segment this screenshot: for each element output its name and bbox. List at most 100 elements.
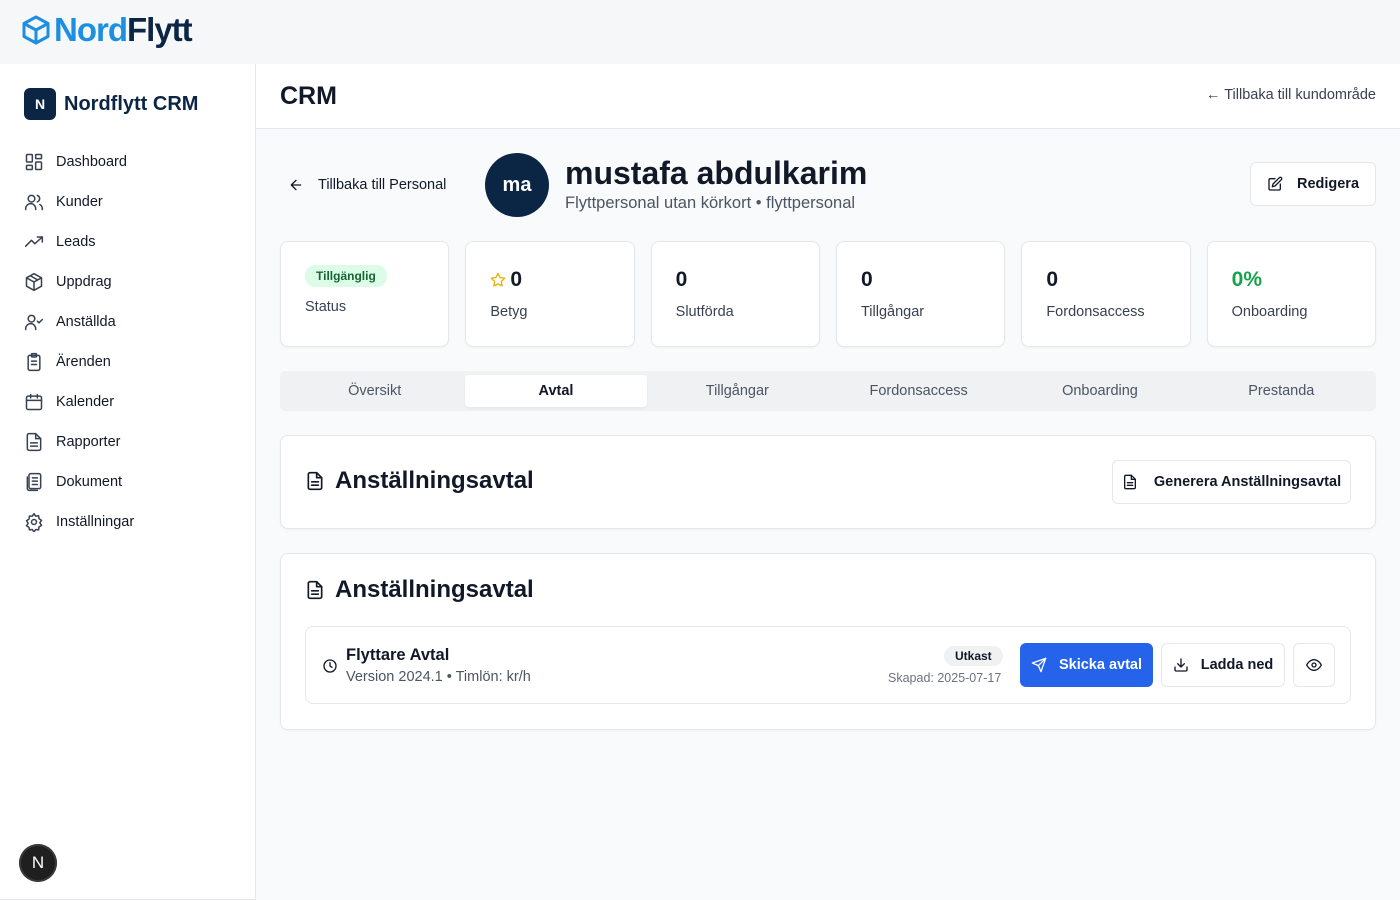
- card-title-text: Anställningsavtal: [335, 576, 534, 603]
- stats-row: Tillgänglig Status 0 Betyg 0 Slutförda 0…: [280, 241, 1376, 347]
- sidebar-item-installningar[interactable]: Inställningar: [24, 502, 234, 542]
- back-to-personal-button[interactable]: Tillbaka till Personal: [288, 174, 446, 196]
- stat-label: Slutförda: [675, 304, 734, 320]
- sidebar-item-label: Kunder: [56, 194, 103, 210]
- generate-contract-button[interactable]: Generera Anställningsavtal: [1112, 460, 1351, 504]
- brand-bar: NordFlytt: [0, 0, 1400, 64]
- tab-onboarding[interactable]: Onboarding: [1009, 375, 1190, 407]
- sidebar-item-label: Anställda: [56, 314, 116, 330]
- tab-oversikt[interactable]: Översikt: [284, 375, 465, 407]
- file-text-icon: [1123, 474, 1136, 490]
- trending-up-icon: [24, 236, 44, 247]
- file-text-icon: [307, 580, 323, 600]
- tab-prestanda[interactable]: Prestanda: [1191, 375, 1372, 407]
- sidebar-item-dashboard[interactable]: Dashboard: [24, 142, 234, 182]
- contract-row: Flyttare Avtal Version 2024.1 • Timlön: …: [305, 626, 1351, 704]
- edit-icon: [1268, 176, 1283, 191]
- sidebar-logo[interactable]: N Nordflytt CRM: [24, 88, 198, 120]
- send-contract-button[interactable]: Skicka avtal: [1020, 643, 1153, 687]
- employee-name: mustafa abdulkarim: [565, 155, 868, 191]
- back-to-personal-label: Tillbaka till Personal: [318, 177, 447, 193]
- brand-name-part1: Nord: [54, 11, 128, 48]
- stat-label: Status: [305, 299, 347, 315]
- contract-meta: Version 2024.1 • Timlön: kr/h: [346, 669, 531, 685]
- main-content: CRM ← Tillbaka till kundområde Tillbaka …: [256, 64, 1400, 900]
- documents-icon: [26, 472, 42, 492]
- page-title: CRM: [280, 82, 337, 110]
- stat-label: Tillgångar: [860, 304, 925, 320]
- sidebar-item-leads[interactable]: Leads: [24, 222, 234, 262]
- card-title: Anställningsavtal: [305, 467, 534, 495]
- send-contract-label: Skicka avtal: [1058, 657, 1143, 673]
- generate-contract-label: Generera Anställningsavtal: [1153, 474, 1342, 490]
- contracts-list-card: Anställningsavtal Flyttare Avtal Version…: [280, 553, 1376, 730]
- sidebar-logo-text: Nordflytt CRM: [64, 92, 199, 115]
- stat-label: Fordonsaccess: [1046, 304, 1145, 320]
- star-icon: [490, 272, 506, 287]
- sidebar-item-label: Leads: [56, 234, 96, 250]
- sidebar-item-label: Dashboard: [56, 154, 127, 170]
- sidebar-nav: Dashboard Kunder Leads Uppdrag Anställda…: [24, 142, 234, 542]
- sidebar-item-label: Kalender: [56, 394, 115, 410]
- dashboard-icon: [25, 153, 43, 171]
- eye-icon: [1306, 659, 1322, 671]
- package-icon: [25, 272, 43, 292]
- view-button[interactable]: [1293, 643, 1335, 687]
- sidebar-item-arenden[interactable]: Ärenden: [24, 342, 234, 382]
- brand-name-part2: Flytt: [127, 11, 193, 48]
- tab-bar: Översikt Avtal Tillgångar Fordonsaccess …: [280, 371, 1376, 411]
- brand-logo[interactable]: NordFlytt: [22, 11, 193, 48]
- stat-card-vehicle-access: 0 Fordonsaccess: [1021, 241, 1191, 347]
- file-text-icon: [26, 432, 42, 452]
- page-header: CRM ← Tillbaka till kundområde: [256, 64, 1400, 129]
- tab-avtal[interactable]: Avtal: [465, 375, 647, 407]
- sidebar-item-kunder[interactable]: Kunder: [24, 182, 234, 222]
- back-to-customer-link[interactable]: ← Tillbaka till kundområde: [1206, 87, 1376, 103]
- user-check-icon: [24, 314, 44, 331]
- tab-tillgangar[interactable]: Tillgångar: [647, 375, 828, 407]
- stat-value-onboarding: 0%: [1231, 268, 1262, 291]
- sidebar-item-uppdrag[interactable]: Uppdrag: [24, 262, 234, 302]
- cube-icon: [22, 15, 50, 45]
- sidebar-item-label: Ärenden: [56, 354, 111, 370]
- card-title: Anställningsavtal: [305, 576, 534, 604]
- avatar: ma: [485, 153, 549, 217]
- stat-card-assets: 0 Tillgångar: [835, 241, 1006, 347]
- contract-created-date: Skapad: 2025-07-17: [888, 671, 1002, 685]
- status-badge: Tillgänglig: [305, 265, 387, 287]
- clipboard-icon: [27, 352, 41, 372]
- sidebar-item-kalender[interactable]: Kalender: [24, 382, 234, 422]
- tab-fordonsaccess[interactable]: Fordonsaccess: [828, 375, 1009, 407]
- users-icon: [24, 194, 44, 211]
- sidebar: N Nordflytt CRM Dashboard Kunder Leads U…: [0, 64, 256, 900]
- stat-card-onboarding: 0% Onboarding: [1206, 241, 1376, 347]
- sidebar-item-label: Inställningar: [56, 514, 135, 530]
- clock-icon: [323, 659, 337, 673]
- stat-card-completed: 0 Slutförda: [650, 241, 820, 347]
- calendar-icon: [25, 393, 43, 411]
- rating-value: 0: [510, 268, 523, 291]
- contract-status-badge: Utkast: [944, 646, 1003, 666]
- card-title-text: Anställningsavtal: [335, 467, 534, 494]
- stat-label: Betyg: [490, 304, 528, 320]
- sidebar-logo-mark: N: [24, 88, 56, 120]
- stat-card-rating: 0 Betyg: [465, 241, 635, 347]
- contract-title: Flyttare Avtal: [346, 646, 450, 664]
- arrow-left-icon: [290, 179, 302, 191]
- stat-value-rating: 0: [490, 268, 522, 292]
- dev-tools-badge[interactable]: N: [19, 844, 57, 882]
- settings-icon: [25, 512, 43, 532]
- sidebar-item-dokument[interactable]: Dokument: [24, 462, 234, 502]
- brand-name: NordFlytt: [54, 11, 193, 48]
- sidebar-item-label: Dokument: [56, 474, 123, 490]
- download-button[interactable]: Ladda ned: [1161, 643, 1285, 687]
- stat-value-assets: 0: [860, 268, 873, 291]
- download-label: Ladda ned: [1200, 657, 1274, 673]
- edit-button[interactable]: Redigera: [1250, 162, 1376, 206]
- file-text-icon: [307, 471, 323, 491]
- sidebar-item-anstallda[interactable]: Anställda: [24, 302, 234, 342]
- sidebar-item-rapporter[interactable]: Rapporter: [24, 422, 234, 462]
- contracts-generate-card: Anställningsavtal Generera Anställningsa…: [280, 435, 1376, 529]
- employee-role: Flyttpersonal utan körkort • flyttperson…: [565, 194, 856, 212]
- stat-card-status: Tillgänglig Status: [280, 241, 450, 347]
